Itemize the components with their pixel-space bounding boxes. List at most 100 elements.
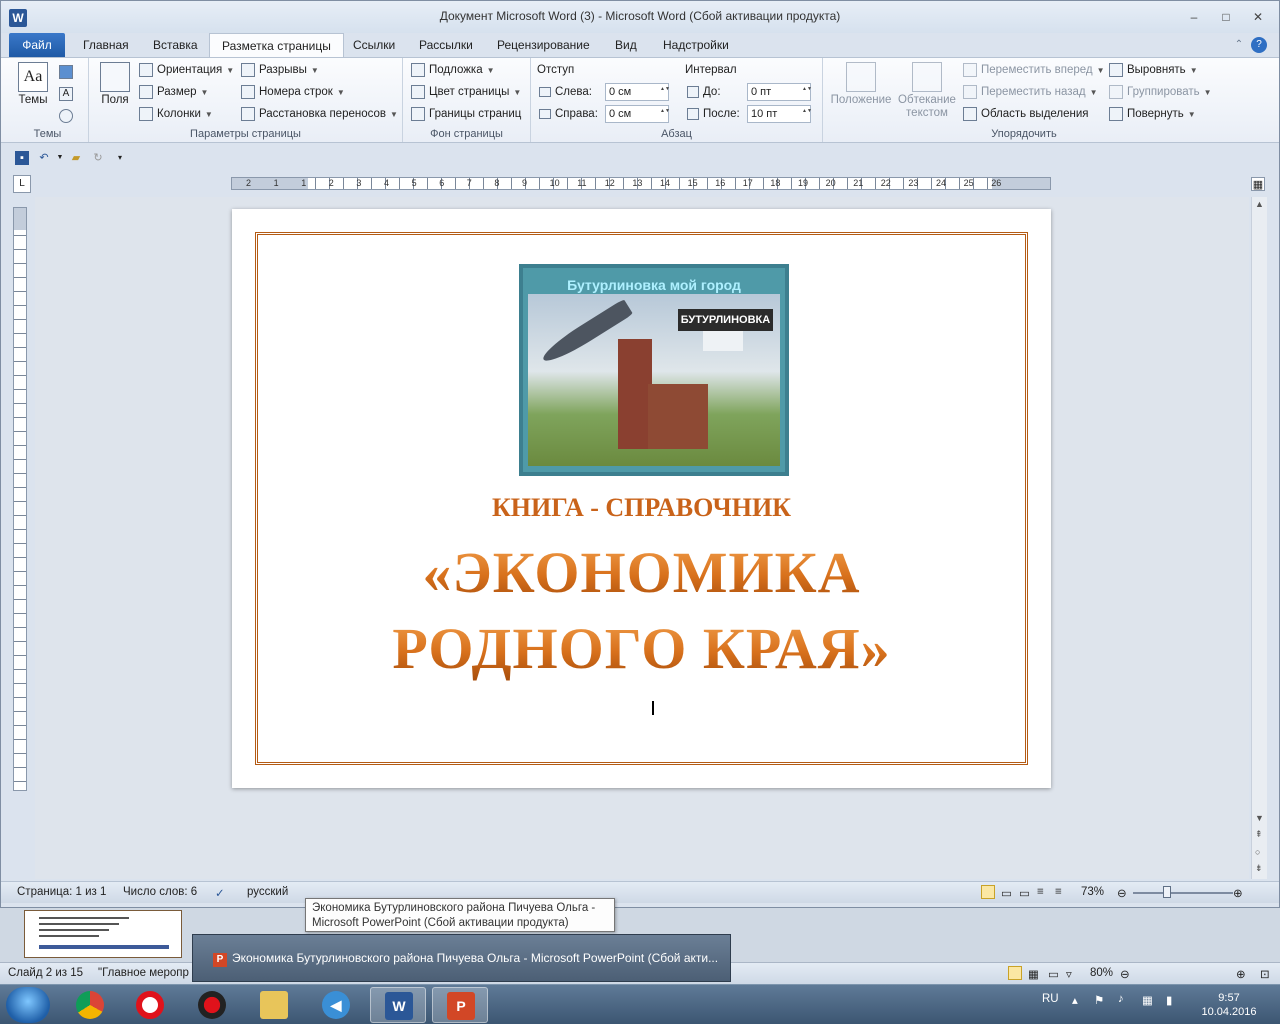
web-layout-icon[interactable]: ▭ xyxy=(1019,886,1030,900)
tab-insert[interactable]: Вставка xyxy=(141,33,210,57)
volume-icon[interactable]: ♪ xyxy=(1118,993,1124,1005)
spacing-after-input[interactable]: 10 пт xyxy=(747,105,811,123)
bring-forward-button[interactable]: Переместить вперед ▼ xyxy=(963,60,1105,80)
chrome-taskbar-button[interactable] xyxy=(62,987,118,1023)
tray-expand-icon[interactable]: ▴ xyxy=(1072,993,1078,1007)
recorder-taskbar-button[interactable] xyxy=(184,987,240,1023)
open-folder-icon[interactable]: ▰ xyxy=(69,151,83,165)
tab-addins[interactable]: Надстройки xyxy=(651,33,741,57)
fit-to-window-icon[interactable]: ⊡ xyxy=(1260,967,1270,981)
line-numbers-button[interactable]: Номера строк ▼ xyxy=(241,82,345,102)
page-color-button[interactable]: Цвет страницы ▼ xyxy=(411,82,521,102)
slideshow-icon[interactable]: ▿ xyxy=(1066,967,1072,981)
hyphenation-button[interactable]: Расстановка переносов ▼ xyxy=(241,104,398,124)
previous-page-icon[interactable]: ⇞ xyxy=(1255,829,1263,840)
zoom-level[interactable]: 73% xyxy=(1081,886,1104,898)
powerpoint-taskbar-button[interactable]: P xyxy=(432,987,488,1023)
position-button[interactable]: Положение xyxy=(827,62,895,106)
columns-button[interactable]: Колонки ▼ xyxy=(139,104,213,124)
explorer-taskbar-button[interactable] xyxy=(246,987,302,1023)
minimize-button[interactable]: – xyxy=(1179,7,1209,27)
taskbar-preview[interactable]: P Экономика Бутурлиновского района Пичуев… xyxy=(192,934,731,982)
normal-view-icon[interactable] xyxy=(1008,966,1022,980)
tab-references[interactable]: Ссылки xyxy=(341,33,407,57)
slide-thumbnail[interactable] xyxy=(24,910,182,958)
close-button[interactable]: ✕ xyxy=(1243,7,1273,27)
input-language[interactable]: RU xyxy=(1042,993,1059,1005)
language-indicator[interactable]: русский xyxy=(247,886,288,898)
margins-button[interactable]: Поля xyxy=(97,62,133,106)
browse-object-icon[interactable]: ○ xyxy=(1255,847,1260,857)
action-center-icon[interactable]: ⚑ xyxy=(1094,993,1104,1007)
undo-dropdown-icon[interactable]: ▼ xyxy=(53,151,67,165)
selection-pane-button[interactable]: Область выделения xyxy=(963,104,1089,124)
slide-counter[interactable]: Слайд 2 из 15 xyxy=(8,967,83,979)
power-icon[interactable]: ▮ xyxy=(1166,993,1172,1007)
tab-home[interactable]: Главная xyxy=(71,33,141,57)
indent-right-input[interactable]: 0 см xyxy=(605,105,669,123)
redo-icon[interactable]: ↻ xyxy=(91,151,105,165)
wrap-text-button[interactable]: Обтекание текстом xyxy=(895,62,959,120)
zoom-slider-thumb[interactable] xyxy=(1163,886,1171,898)
theme-fonts-button[interactable]: A xyxy=(59,84,73,104)
theme-name[interactable]: "Главное меропр xyxy=(98,967,189,979)
next-page-icon[interactable]: ⇟ xyxy=(1255,863,1263,874)
rotate-button[interactable]: Повернуть ▼ xyxy=(1109,104,1196,124)
zoom-out-icon[interactable]: ⊖ xyxy=(1117,886,1127,900)
help-icon[interactable]: ? xyxy=(1251,37,1267,53)
tab-review[interactable]: Рецензирование xyxy=(485,33,602,57)
align-button[interactable]: Выровнять ▼ xyxy=(1109,60,1198,80)
slide-sorter-icon[interactable]: ▦ xyxy=(1028,967,1039,981)
group-objects-button[interactable]: Группировать ▼ xyxy=(1109,82,1212,102)
tab-view[interactable]: Вид xyxy=(603,33,649,57)
word-taskbar-button[interactable]: W xyxy=(370,987,426,1023)
theme-colors-icon xyxy=(59,65,73,79)
send-backward-button[interactable]: Переместить назад ▼ xyxy=(963,82,1098,102)
undo-icon[interactable]: ↶ xyxy=(37,151,51,165)
page-borders-button[interactable]: Границы страниц xyxy=(411,104,521,124)
word-count[interactable]: Число слов: 6 xyxy=(123,886,197,898)
tab-selector-icon[interactable]: L xyxy=(13,175,31,193)
breaks-button[interactable]: Разрывы ▼ xyxy=(241,60,319,80)
tab-page-layout[interactable]: Разметка страницы xyxy=(209,33,344,57)
clock[interactable]: 9:57 10.04.2016 xyxy=(1196,991,1262,1019)
network-icon[interactable]: ▦ xyxy=(1142,993,1153,1007)
ruler-toggle-icon[interactable]: ▦ xyxy=(1251,177,1265,191)
tab-file[interactable]: Файл xyxy=(9,33,65,57)
tab-mailings[interactable]: Рассылки xyxy=(407,33,485,57)
spacing-before-input[interactable]: 0 пт xyxy=(747,83,811,101)
ribbon-collapse-icon[interactable]: ⌃ xyxy=(1231,37,1247,53)
theme-colors-button[interactable] xyxy=(59,62,73,82)
orientation-button[interactable]: Ориентация ▼ xyxy=(139,60,234,80)
ppt-zoom-in-icon[interactable]: ⊕ xyxy=(1236,967,1246,981)
print-layout-icon[interactable] xyxy=(981,885,995,899)
outline-icon[interactable]: ≡ xyxy=(1037,886,1044,898)
vertical-ruler[interactable] xyxy=(13,207,27,791)
maximize-button[interactable]: □ xyxy=(1211,7,1241,27)
watermark-button[interactable]: Подложка ▼ xyxy=(411,60,495,80)
theme-effects-button[interactable] xyxy=(59,106,73,126)
zoom-in-icon[interactable]: ⊕ xyxy=(1233,886,1243,900)
opera-taskbar-button[interactable] xyxy=(122,987,178,1023)
document-page[interactable]: Бутурлиновка мой город БУТУРЛИНОВКА КНИГ… xyxy=(232,209,1051,788)
size-button[interactable]: Размер ▼ xyxy=(139,82,208,102)
full-screen-reading-icon[interactable]: ▭ xyxy=(1001,886,1012,900)
start-button[interactable] xyxy=(6,987,50,1023)
page-count[interactable]: Страница: 1 из 1 xyxy=(17,886,106,898)
scroll-up-icon[interactable]: ▲ xyxy=(1255,199,1264,209)
scroll-down-icon[interactable]: ▼ xyxy=(1255,813,1264,823)
media-taskbar-button[interactable]: ◀ xyxy=(308,987,364,1023)
ppt-zoom-level[interactable]: 80% xyxy=(1090,967,1113,979)
draft-icon[interactable]: ≡ xyxy=(1055,886,1062,898)
vertical-scrollbar[interactable]: ▲ ▼ ⇞ ○ ⇟ xyxy=(1251,197,1267,879)
horizontal-ruler[interactable]: 2 1 1 2 3 4 5 6 7 8 9 10 11 12 13 14 15 16 17 18 19 20 21 22 23 2… xyxy=(231,177,1051,190)
save-icon[interactable]: ▪ xyxy=(15,151,29,165)
cover-image[interactable]: Бутурлиновка мой город БУТУРЛИНОВКА xyxy=(519,264,789,476)
themes-button[interactable]: Aa Темы xyxy=(13,62,53,106)
reading-view-icon[interactable]: ▭ xyxy=(1048,967,1059,981)
indent-left-input[interactable]: 0 см xyxy=(605,83,669,101)
spellcheck-icon[interactable]: ✓ xyxy=(215,886,225,900)
zoom-slider[interactable] xyxy=(1133,892,1233,894)
ppt-zoom-out-icon[interactable]: ⊖ xyxy=(1120,967,1130,981)
customize-qat-icon[interactable]: ▾ xyxy=(113,151,127,165)
